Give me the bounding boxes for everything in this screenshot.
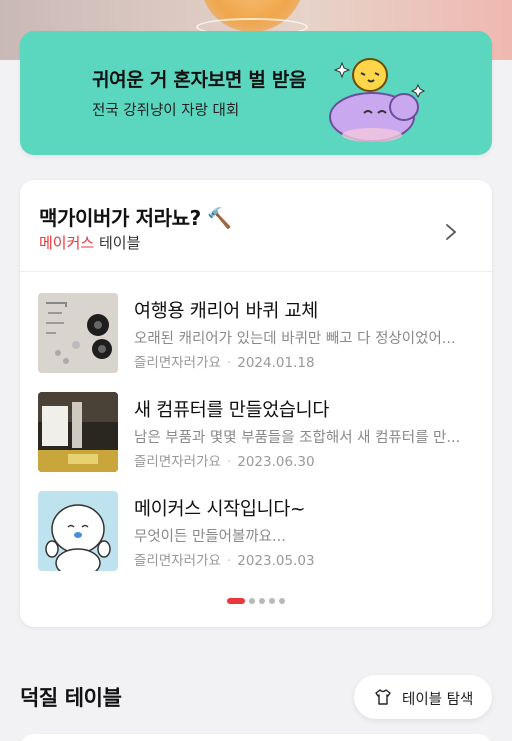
explore-button-label: 테이블 탐색 (402, 692, 474, 708)
post-meta: 즐리면자러가요 · 2023.06.30 (134, 454, 315, 470)
post-date: 2023.06.30 (237, 454, 315, 470)
post-item[interactable]: 새 컴퓨터를 만들었습니다 남은 부품과 몇몇 부품들을 조합해서 새 컴퓨터를… (20, 392, 492, 476)
card-header[interactable]: 맥가이버가 저라뇨? 🔨 메이커스 테이블 (20, 180, 492, 272)
section-title: 덕질 테이블 (20, 686, 122, 710)
pager-dot-active[interactable] (227, 597, 245, 604)
banner-title: 귀여운 거 혼자보면 벌 받음 (92, 69, 307, 91)
post-meta: 즐리면자러가요 · 2024.01.18 (134, 355, 315, 371)
pager-dot[interactable] (259, 597, 265, 604)
post-meta: 즐리면자러가요 · 2023.05.03 (134, 553, 315, 569)
post-date: 2023.05.03 (237, 553, 315, 569)
post-snippet: 무엇이든 만들어볼까요... (134, 529, 286, 545)
post-author: 즐리면자러가요 (134, 454, 221, 470)
next-card-peek (20, 734, 492, 741)
table-label: 테이블 (94, 234, 141, 252)
chevron-right-icon[interactable] (444, 222, 458, 242)
post-author: 즐리면자러가요 (134, 553, 221, 569)
post-snippet: 남은 부품과 몇몇 부품들을 조합해서 새 컴퓨터를 만... (134, 430, 461, 446)
post-item[interactable]: 메이커스 시작입니다~ 무엇이든 만들어볼까요... 즐리면자러가요 · 2023.… (20, 491, 492, 575)
pager-dot[interactable] (269, 597, 275, 604)
banner-subtitle: 전국 강쥐냥이 자랑 대회 (92, 103, 240, 119)
post-thumbnail (38, 392, 118, 472)
post-title: 새 컴퓨터를 만들었습니다 (134, 400, 330, 421)
shirt-icon (375, 689, 391, 705)
post-thumbnail (38, 293, 118, 373)
explore-tables-button[interactable]: 테이블 탐색 (354, 675, 492, 719)
post-title: 여행용 캐리어 바퀴 교체 (134, 301, 318, 322)
pager-dot[interactable] (279, 597, 285, 604)
post-item[interactable]: 여행용 캐리어 바퀴 교체 오래된 캐리어가 있는데 바퀴만 빼고 다 정상이었… (20, 293, 492, 377)
post-thumbnail (38, 491, 118, 571)
post-date: 2024.01.18 (237, 355, 315, 371)
card-subtitle: 메이커스 테이블 (39, 232, 140, 253)
brand-name: 메이커스 (39, 234, 95, 252)
post-title: 메이커스 시작입니다~ (134, 499, 306, 520)
makers-table-card: 맥가이버가 저라뇨? 🔨 메이커스 테이블 여행용 캐리어 바퀴 교체 오래된 … (20, 180, 492, 627)
post-author: 즐리면자러가요 (134, 355, 221, 371)
event-banner[interactable]: 귀여운 거 혼자보면 벌 받음 전국 강쥐냥이 자랑 대회 (20, 31, 492, 155)
character-illustration (329, 58, 426, 142)
pager-dot[interactable] (249, 597, 255, 604)
carousel-pager[interactable] (20, 590, 492, 604)
post-snippet: 오래된 캐리어가 있는데 바퀴만 빼고 다 정상이었어... (134, 331, 456, 347)
card-title: 맥가이버가 저라뇨? 🔨 (39, 206, 232, 230)
